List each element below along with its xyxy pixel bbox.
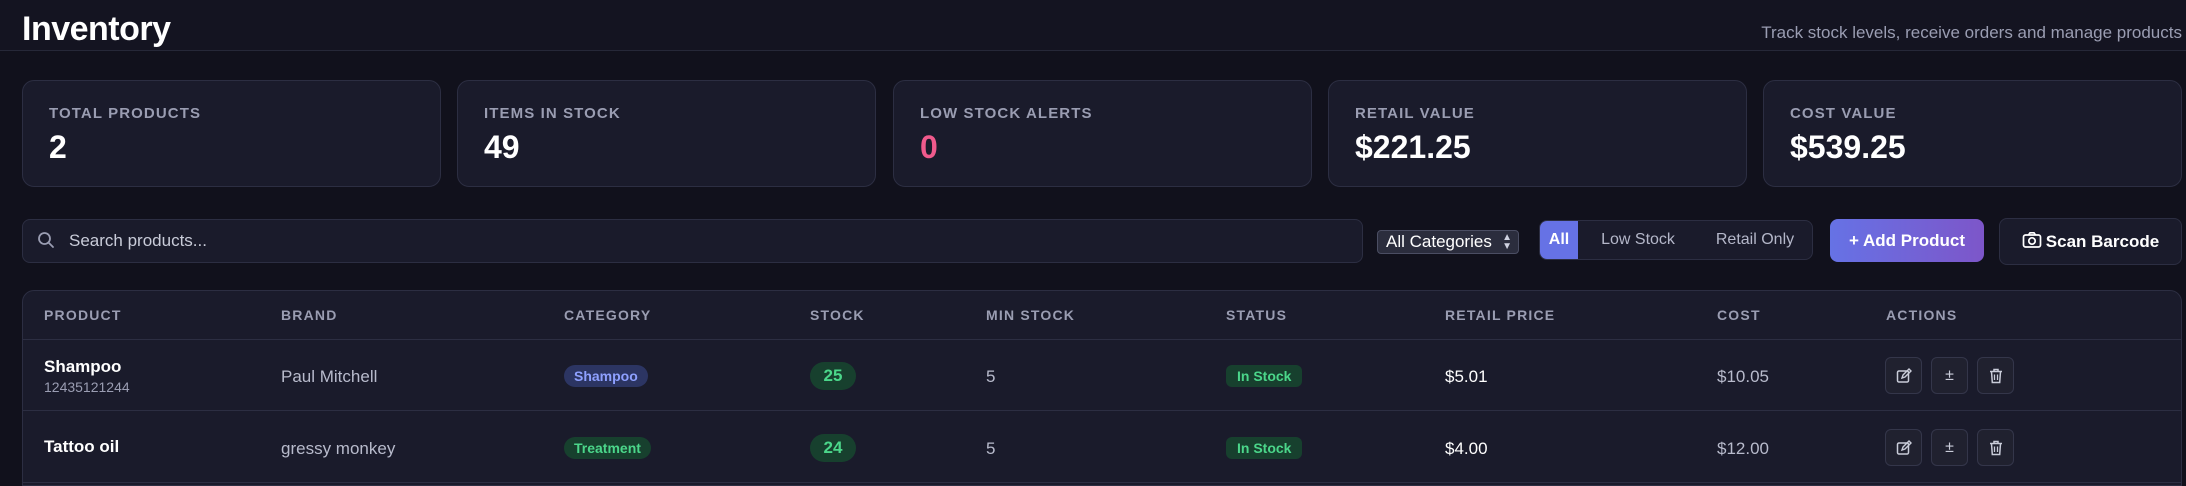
adjust-stock-icon: ± (1945, 367, 1954, 384)
camera-icon (2022, 221, 2042, 266)
page-subtitle: Track stock levels, receive orders and m… (1761, 23, 2182, 42)
page-header: Inventory Track stock levels, receive or… (0, 0, 2186, 51)
product-cell: Shampoo 12435121244 (44, 357, 130, 395)
scan-barcode-label: Scan Barcode (2045, 232, 2160, 251)
col-min-stock: MIN STOCK (986, 307, 1076, 323)
col-category: CATEGORY (564, 307, 652, 323)
adjust-stock-button[interactable]: ± (1931, 357, 1968, 394)
filter-group: All Low Stock Retail Only (1539, 220, 1813, 260)
stats-row: TOTAL PRODUCTS 2 ITEMS IN STOCK 49 LOW S… (22, 80, 2182, 187)
stat-card-items-in-stock: ITEMS IN STOCK 49 (457, 80, 876, 187)
cost-cell: $10.05 (1717, 367, 1769, 386)
delete-icon (1989, 367, 2003, 384)
filter-low-stock[interactable]: Low Stock (1578, 221, 1698, 259)
stat-card-low-stock-alerts: LOW STOCK ALERTS 0 (893, 80, 1312, 187)
category-badge: Shampoo (564, 365, 648, 387)
cost-cell: $12.00 (1717, 439, 1769, 458)
edit-button[interactable] (1885, 357, 1922, 394)
stat-value: 2 (49, 129, 67, 165)
adjust-stock-icon: ± (1945, 439, 1954, 456)
brand-cell: Paul Mitchell (281, 367, 378, 386)
col-cost: COST (1717, 307, 1761, 323)
col-stock: STOCK (810, 307, 865, 323)
category-badge: Treatment (564, 437, 651, 459)
table-row[interactable]: Shampoo 12435121244 Paul Mitchell Shampo… (23, 340, 2181, 411)
stat-label: COST VALUE (1790, 105, 1897, 122)
products-table: PRODUCT BRAND CATEGORY STOCK MIN STOCK S… (22, 290, 2182, 486)
product-name: Tattoo oil (44, 437, 120, 456)
select-arrows-icon: ▲ ▼ (1502, 232, 1512, 252)
edit-icon (1896, 439, 1912, 456)
adjust-stock-button[interactable]: ± (1931, 429, 1968, 466)
add-product-button[interactable]: + Add Product (1830, 219, 1984, 262)
col-brand: BRAND (281, 307, 338, 323)
toolbar: All Categories ▲▼ All Low Stock Retail O… (22, 218, 2182, 266)
stat-label: ITEMS IN STOCK (484, 105, 621, 122)
table-row[interactable]: Tattoo oil gressy monkey Treatment 24 5 … (23, 412, 2181, 483)
stat-value: 49 (484, 129, 520, 165)
col-actions: ACTIONS (1886, 307, 1958, 323)
search-icon (37, 231, 57, 251)
stat-value: $539.25 (1790, 129, 1906, 165)
page-title: Inventory (22, 10, 171, 48)
search-box (22, 219, 1363, 263)
product-sku: 12435121244 (44, 379, 130, 395)
edit-icon (1896, 367, 1912, 384)
stat-label: TOTAL PRODUCTS (49, 105, 202, 122)
scan-barcode-button[interactable]: Scan Barcode (1999, 218, 2182, 265)
min-stock-cell: 5 (986, 439, 996, 458)
table-header: PRODUCT BRAND CATEGORY STOCK MIN STOCK S… (23, 291, 2181, 340)
search-input[interactable] (69, 220, 1349, 262)
col-retail-price: RETAIL PRICE (1445, 307, 1556, 323)
stat-label: RETAIL VALUE (1355, 105, 1475, 122)
stat-card-retail-value: RETAIL VALUE $221.25 (1328, 80, 1747, 187)
delete-button[interactable] (1977, 429, 2014, 466)
stat-card-total-products: TOTAL PRODUCTS 2 (22, 80, 441, 187)
stat-value: 0 (920, 129, 938, 165)
edit-button[interactable] (1885, 429, 1922, 466)
stat-card-cost-value: COST VALUE $539.25 (1763, 80, 2182, 187)
min-stock-cell: 5 (986, 367, 996, 386)
col-status: STATUS (1226, 307, 1288, 323)
status-badge: In Stock (1226, 437, 1303, 459)
filter-retail-only[interactable]: Retail Only (1698, 221, 1812, 259)
delete-icon (1989, 439, 2003, 456)
delete-button[interactable] (1977, 357, 2014, 394)
retail-price-cell: $4.00 (1445, 439, 1488, 458)
status-badge: In Stock (1226, 365, 1303, 387)
category-select-value: All Categories (1386, 232, 1492, 251)
product-name: Shampoo (44, 357, 122, 376)
product-cell: Tattoo oil (44, 437, 119, 457)
category-select[interactable]: All Categories ▲ ▼ (1377, 230, 1519, 254)
col-product: PRODUCT (44, 307, 122, 323)
stat-value: $221.25 (1355, 129, 1471, 165)
filter-all[interactable]: All (1540, 221, 1578, 259)
stock-badge: 25 (810, 362, 856, 390)
stat-label: LOW STOCK ALERTS (920, 105, 1093, 122)
stock-badge: 24 (810, 434, 856, 462)
retail-price-cell: $5.01 (1445, 367, 1488, 386)
brand-cell: gressy monkey (281, 439, 396, 458)
